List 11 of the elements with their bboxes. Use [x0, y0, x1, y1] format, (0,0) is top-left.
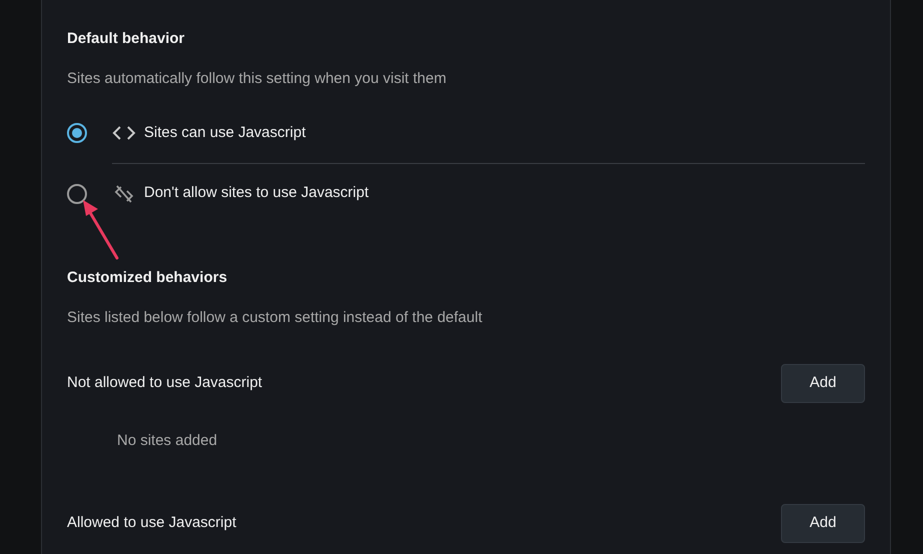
section-heading: Default behavior: [67, 29, 186, 49]
option-label: Sites can use Javascript: [144, 122, 306, 143]
empty-message: No sites added: [117, 431, 218, 451]
option-label: Don't allow sites to use Javascript: [144, 183, 369, 204]
section-heading: Customized behaviors: [67, 268, 228, 288]
section-description: Sites listed below follow a custom setting instead of the default: [67, 308, 484, 328]
section-description: Sites automatically follow this setting when you visit them: [67, 69, 448, 89]
list-title: Not allowed to use Javascript: [67, 372, 262, 393]
add-button[interactable]: Add: [781, 504, 865, 542]
list-title: Allowed to use Javascript: [67, 512, 236, 533]
add-button[interactable]: Add: [781, 364, 865, 402]
